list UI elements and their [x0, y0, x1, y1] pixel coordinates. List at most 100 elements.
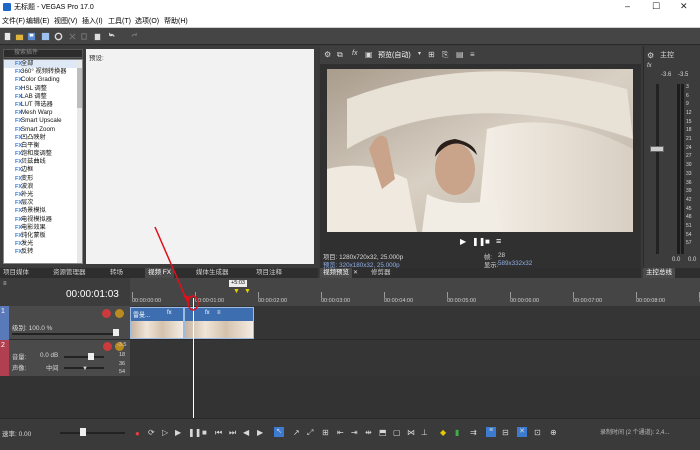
- menu-insert[interactable]: 插入(I): [82, 16, 103, 26]
- paste-icon[interactable]: [93, 32, 102, 41]
- audio-track-lane[interactable]: [130, 340, 700, 376]
- tab-master-bus[interactable]: 主控总线: [643, 268, 675, 278]
- volume-slider[interactable]: [64, 356, 104, 358]
- copy-icon[interactable]: [80, 32, 89, 41]
- trim-start-icon[interactable]: ⇤: [337, 428, 344, 437]
- lock-envelopes-icon[interactable]: ⬒: [379, 428, 387, 437]
- menu-edit[interactable]: 编辑(E): [26, 16, 49, 26]
- loop-end-marker-icon[interactable]: ▼: [244, 288, 251, 295]
- preview-settings-gear-icon[interactable]: ⚙: [324, 50, 331, 59]
- video-track-lane[interactable]: 雷曼... fx fx ≡: [130, 306, 700, 340]
- pan-slider-handle[interactable]: ▼: [82, 366, 88, 372]
- record-icon[interactable]: ●: [135, 429, 140, 438]
- menu-tools[interactable]: 工具(T): [108, 16, 131, 26]
- auto-ripple-icon[interactable]: ⇉: [470, 428, 477, 437]
- split-icon[interactable]: ⊞: [322, 428, 329, 437]
- clip-menu-icon[interactable]: ≡: [217, 310, 221, 316]
- fx-list-item[interactable]: FX HSL 调整: [4, 85, 82, 93]
- fx-list-item[interactable]: FX Mesh Warp: [4, 109, 82, 117]
- loop-start-marker-icon[interactable]: ▼: [233, 288, 240, 295]
- plugin-search-input[interactable]: 搜索插件: [3, 49, 83, 58]
- timeline-empty-area[interactable]: [0, 376, 700, 418]
- video-track-header[interactable]: 1 级别: 100.0 %: [0, 306, 130, 340]
- stop-icon[interactable]: ■: [485, 237, 490, 246]
- track-list-menu-icon[interactable]: ≡: [3, 281, 7, 287]
- go-to-start-icon[interactable]: ⏮: [215, 428, 222, 438]
- properties-gear-icon[interactable]: [54, 32, 63, 41]
- timeline-pause-icon[interactable]: ❚❚: [188, 428, 201, 437]
- trim-end-icon[interactable]: ⇥: [351, 428, 358, 437]
- fx-list-item[interactable]: FX 白平衡: [4, 142, 82, 150]
- video-level-slider-handle[interactable]: [113, 329, 119, 336]
- close-icon[interactable]: ✕: [680, 1, 688, 12]
- fx-list-item[interactable]: FX 360° 视频转换器: [4, 68, 82, 76]
- new-file-icon[interactable]: [3, 32, 12, 41]
- video-track-solo-icon[interactable]: [115, 309, 124, 318]
- cut-icon[interactable]: [68, 32, 77, 41]
- fx-list-item[interactable]: FX 发光: [4, 240, 82, 248]
- pause-icon[interactable]: ❚❚: [472, 237, 485, 246]
- fx-list-item[interactable]: FX Smart Upscale: [4, 117, 82, 125]
- save-snapshot-icon[interactable]: ▤: [456, 50, 464, 59]
- fx-list-item[interactable]: FX 钝化蒙板: [4, 232, 82, 240]
- timeline-ruler[interactable]: 00:00:00:00 00:00:01:00 00:00:02:00 00:00:0…: [130, 278, 700, 306]
- fx-list-item[interactable]: FX 电视模拟器: [4, 216, 82, 224]
- fx-list-item[interactable]: FX Color Grading: [4, 76, 82, 84]
- rate-slider[interactable]: [60, 432, 125, 434]
- selection-tool-icon[interactable]: ⤢: [307, 428, 313, 438]
- fx-list-item[interactable]: FX 凹凸映射: [4, 134, 82, 142]
- copy-snapshot-icon[interactable]: ⎘: [442, 50, 448, 60]
- fx-list-item[interactable]: FX 贝兹曲线: [4, 158, 82, 166]
- menu-options[interactable]: 选项(O): [135, 16, 159, 26]
- fx-list-item[interactable]: FX 变形: [4, 175, 82, 183]
- fx-list-item[interactable]: FX 电影效果: [4, 224, 82, 232]
- insert-marker-icon[interactable]: ◆: [440, 428, 446, 437]
- maximize-icon[interactable]: ☐: [652, 1, 660, 12]
- volume-slider-handle[interactable]: [88, 353, 94, 360]
- save-icon[interactable]: [27, 32, 36, 41]
- fx-list-item[interactable]: FX LAB 调整: [4, 93, 82, 101]
- open-folder-icon[interactable]: [15, 32, 24, 41]
- fx-list-item[interactable]: FX LUT 筛选器: [4, 101, 82, 109]
- menu-view[interactable]: 视图(V): [54, 16, 77, 26]
- fx-list-item[interactable]: FX 反转: [4, 248, 82, 256]
- preview-device-icon[interactable]: ⧉: [337, 50, 343, 60]
- fx-list-item[interactable]: FX 边框: [4, 166, 82, 174]
- trim-icon[interactable]: ⇹: [365, 428, 372, 437]
- play-icon[interactable]: ▶: [460, 237, 466, 246]
- preview-quality-select[interactable]: 预览(自动): [378, 50, 411, 60]
- tab-transitions[interactable]: 转场: [107, 268, 126, 278]
- ripple-mode-icon[interactable]: ≡: [486, 427, 496, 437]
- quantize-icon[interactable]: ⊡: [534, 428, 541, 437]
- playhead-line[interactable]: [193, 298, 194, 418]
- split-screen-icon[interactable]: ▣: [365, 50, 373, 59]
- snapping-icon[interactable]: ⊥: [421, 428, 428, 437]
- audio-track-header[interactable]: 2 音量: 0.0 dB 声像: 中间 ▼ -3.5 18 36 54: [0, 340, 130, 376]
- fx-plugin-list[interactable]: FX 全部 FX 360° 视频转换器 FX Color Grading FX HSL 调整 F…: [3, 59, 83, 264]
- master-fader-track[interactable]: [656, 84, 659, 254]
- video-fx-icon[interactable]: fx: [352, 50, 357, 57]
- loop-playback-icon[interactable]: ⟳: [148, 428, 155, 437]
- tab-trimmer[interactable]: 修剪器: [368, 268, 394, 278]
- zoom-icon[interactable]: ⊕: [550, 428, 557, 437]
- menu-file[interactable]: 文件(F): [2, 16, 25, 26]
- preview-menu-icon[interactable]: ≡: [470, 50, 475, 59]
- tab-close-icon[interactable]: ✕: [353, 269, 358, 276]
- master-settings-gear-icon[interactable]: ⚙: [647, 51, 654, 60]
- next-frame-icon[interactable]: ▶: [257, 428, 263, 437]
- insert-region-icon[interactable]: ▮: [455, 428, 459, 437]
- fx-list-item[interactable]: FX 波浪: [4, 183, 82, 191]
- fx-list-item[interactable]: FX Smart Zoom: [4, 126, 82, 134]
- fx-list-item[interactable]: FX 全部: [4, 60, 82, 69]
- video-level-slider[interactable]: [12, 333, 118, 335]
- fx-list-item[interactable]: FX 补光: [4, 191, 82, 199]
- previous-frame-icon[interactable]: ◀: [243, 428, 249, 437]
- undo-icon[interactable]: [107, 32, 116, 41]
- minimize-icon[interactable]: –: [625, 1, 630, 11]
- go-to-end-icon[interactable]: ⏭: [229, 428, 236, 438]
- tab-project-media[interactable]: 项目媒体: [0, 268, 32, 278]
- tab-explorer[interactable]: 资源管理器: [50, 268, 89, 278]
- redo-icon[interactable]: [130, 32, 139, 41]
- auto-crossfade-icon[interactable]: ⋈: [407, 428, 415, 437]
- render-icon[interactable]: [41, 32, 50, 41]
